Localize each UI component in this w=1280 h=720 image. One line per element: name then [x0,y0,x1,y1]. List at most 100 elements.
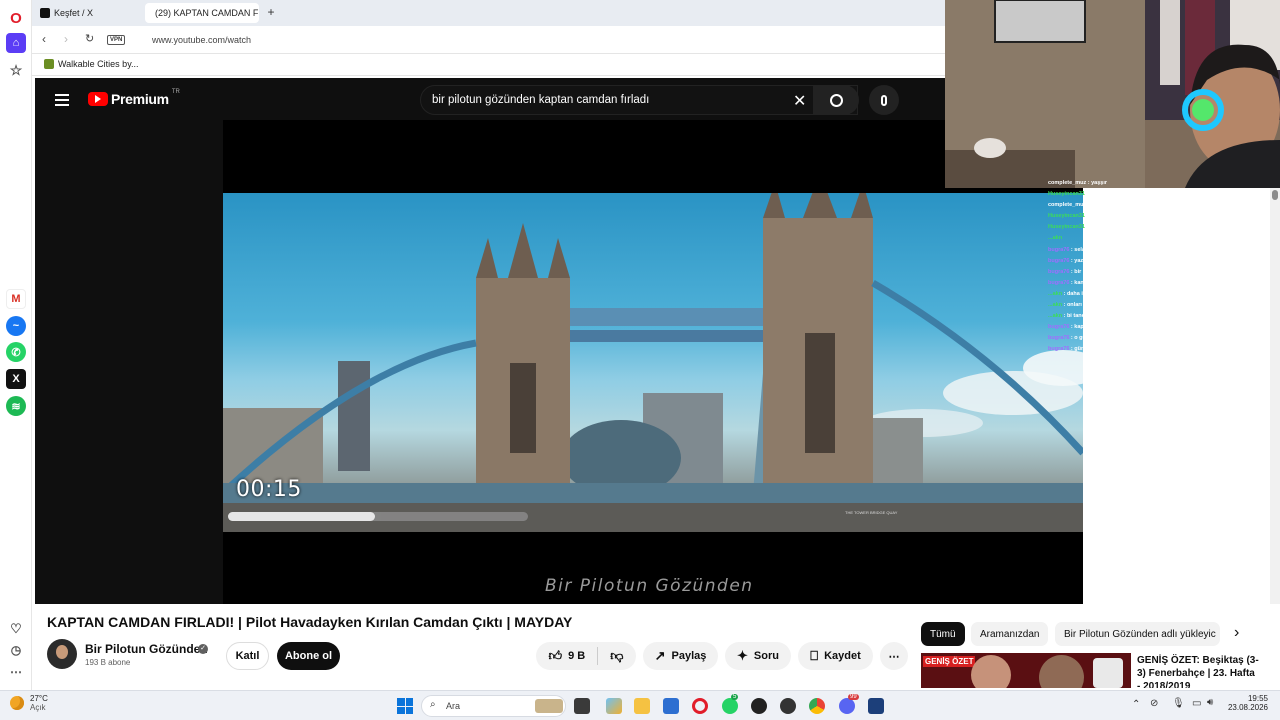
search-input[interactable]: bir pilotun gözünden kaptan camdan fırla… [432,94,649,106]
chip-from-search[interactable]: Aramanızdan [971,622,1049,646]
video-timestamp: 00:15 [236,477,302,502]
channel-avatar[interactable] [47,639,77,669]
taskbar-search[interactable]: ⌕ Ara [421,695,566,717]
home-icon[interactable]: ⌂ [6,33,26,53]
chat-text: : yazarsın bana [1069,257,1111,264]
more-dots-icon[interactable]: ⋯ [6,662,26,682]
bookmarks-star-icon[interactable]: ☆ [6,60,26,80]
chat-message: bugra76 : gümüşoylar aramaya başladı [1048,346,1270,357]
save-button[interactable]: ⎕ Kaydet [798,642,873,670]
chat-username: Huseyincan31 [1048,224,1085,231]
tab-label: (29) KAPTAN CAMDAN FI... [155,8,259,18]
tray-chevron-icon[interactable]: ⌃ [1132,699,1140,710]
chat-message: ...akn : bi tane deneme amaclı almıştım [1048,313,1270,324]
recommendation-thumbnail[interactable]: GENİŞ ÖZET [921,653,1131,688]
share-button[interactable]: ↗ Paylaş [643,642,718,670]
chat-message: ...akn : daha iyi [1048,291,1270,302]
tray-volume-icon[interactable]: 🔊︎ [1207,697,1213,708]
whatsapp-badge: 5 [731,694,739,700]
file-explorer-icon[interactable] [634,698,650,714]
chips-next-chevron-icon[interactable]: › [1234,624,1239,642]
obs-record-taskbar-icon[interactable] [780,698,796,714]
chat-username: bugra76 [1048,257,1070,264]
heart-icon[interactable]: ♡ [6,619,26,639]
back-arrow-icon[interactable]: ‹ [42,32,46,46]
chat-text: : bi tane deneme amaclı almıştım [1062,313,1150,320]
video-player[interactable]: THE TOWER BRIDGE QUAY 00:15 Bir Pilotun … [223,120,1083,604]
ask-button[interactable]: ✦ Soru [725,642,791,670]
chip-from-uploader[interactable]: Bir Pilotun Gözünden adlı yükleyic [1055,622,1220,646]
reload-icon[interactable]: ↻ [85,32,94,45]
discord-taskbar-icon[interactable] [839,698,855,714]
moon-weather-icon [10,696,24,710]
save-label: Kaydet [824,650,861,662]
opera-taskbar-icon[interactable] [692,698,708,714]
chat-username: Huseyincan31 [1048,213,1085,220]
search-box[interactable]: bir pilotun gözünden kaptan camdan fırla… [420,85,858,115]
video-progress-track[interactable] [228,512,528,521]
chrome-taskbar-icon[interactable] [809,698,825,714]
subscribe-button[interactable]: Abone ol [277,642,340,670]
forward-arrow-icon[interactable]: › [64,32,68,46]
opera-logo-icon[interactable]: O [6,8,26,28]
obs-taskbar-icon[interactable] [751,698,767,714]
clock[interactable]: 19:55 23.08.2026 [1226,694,1268,712]
microphone-icon [881,94,887,106]
whatsapp-icon[interactable]: ✆ [6,342,26,362]
url-field[interactable]: www.youtube.com/watch [152,35,251,45]
dislike-button[interactable]: 👎︎ [610,648,623,664]
like-button[interactable]: 👍︎ 9 B [549,648,586,664]
tab-kesfet-x[interactable]: Keşfet / X [34,3,142,23]
search-button[interactable] [813,85,859,115]
chat-text: : kanalın ismi [1069,279,1106,286]
widgets-app-icon[interactable] [606,698,622,714]
channel-name[interactable]: Bir Pilotun Gözünden [85,642,208,656]
chip-all[interactable]: Tümü [921,622,965,646]
chat-message: bugra76 : yazarsın bana [1048,258,1270,269]
tab-label: Keşfet / X [54,8,94,18]
recommendation-title-line: 3) Fenerbahçe | 23. Hafta [1137,668,1255,679]
scrollbar-thumb[interactable] [1272,190,1278,200]
chat-username: ...akn [1048,302,1063,309]
video-progress-fill [228,512,375,521]
history-clock-icon[interactable]: ◷ [6,640,26,660]
video-sign-text: THE TOWER BRIDGE QUAY [845,510,898,515]
new-tab-button[interactable]: + [264,5,278,19]
tray-display-icon[interactable]: ▭ [1192,698,1201,709]
recommendation-title-line: GENİŞ ÖZET: Beşiktaş (3- [1137,655,1259,666]
bookmarks-bar: Walkable Cities by... [32,54,945,76]
bookmark-item[interactable]: Walkable Cities by... [44,59,139,69]
tab-youtube[interactable]: (29) KAPTAN CAMDAN FI... [145,3,259,23]
tray-network-off-icon[interactable]: ⊘ [1150,698,1158,709]
chat-message: Huseyincan31 : abi ağlama bendeağlarımba… [1048,224,1270,235]
chat-text: : bir pilotun gözünden [1069,268,1129,275]
chat-message: bugra76 : kanalın ismi [1048,280,1270,291]
chat-message: ...akn [1048,235,1270,246]
task-view-icon[interactable] [574,698,590,714]
youtube-logo[interactable]: Premium TR [88,89,180,107]
video-frame-image: THE TOWER BRIDGE QUAY [223,193,1083,532]
more-actions-button[interactable]: ⋯ [880,642,908,670]
x-twitter-icon[interactable]: X [6,369,26,389]
whatsapp-taskbar-icon[interactable] [722,698,738,714]
vpn-badge[interactable]: VPN [107,35,126,45]
hamburger-menu-icon[interactable] [55,94,69,106]
start-button[interactable] [397,698,413,714]
gmail-icon[interactable]: M [6,289,26,309]
chat-username: bugra76 [1048,279,1070,286]
chat-text: : kaptan camdan fırladı var [1069,324,1141,331]
join-button[interactable]: Katıl [226,642,269,670]
clear-search-icon[interactable]: ✕ [793,91,806,111]
voice-search-button[interactable] [869,85,899,115]
recommendation-title[interactable]: GENİŞ ÖZET: Beşiktaş (3- 3) Fenerbahçe |… [1137,654,1269,688]
chat-text: : selamınaleykum [1069,246,1117,253]
chat-overlay: complete_muz : yaşşır Huseyincan31 : beca… [1048,180,1270,370]
discord-badge: 99 [848,694,859,700]
store-app-icon[interactable] [663,698,679,714]
weather-widget[interactable]: 27°C Açık [10,694,48,712]
messenger-icon[interactable]: ~ [6,316,26,336]
chat-message: Huseyincan31 : Abi bu arada harbili diyo… [1048,213,1270,224]
app-taskbar-icon[interactable] [868,698,884,714]
tray-mic-icon[interactable]: 🎙︎ [1172,698,1185,709]
spotify-icon[interactable]: ≋ [6,396,26,416]
